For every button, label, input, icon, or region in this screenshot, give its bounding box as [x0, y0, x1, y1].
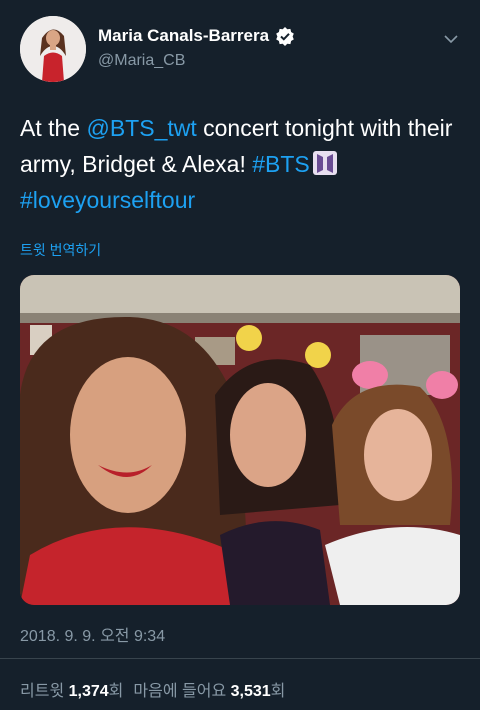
- retweets-count[interactable]: 1,374: [69, 683, 109, 700]
- hashtag-link[interactable]: #BTS: [252, 151, 310, 177]
- display-name[interactable]: Maria Canals-Barrera: [98, 26, 269, 46]
- chevron-down-icon[interactable]: [442, 30, 460, 48]
- retweets-unit: 회: [108, 683, 124, 700]
- tweet-text-part: At the: [20, 115, 87, 141]
- divider: [0, 658, 480, 659]
- tweet-header: Maria Canals-Barrera @Maria_CB: [20, 16, 460, 82]
- tweet-photo[interactable]: [20, 275, 460, 605]
- avatar[interactable]: [20, 16, 86, 82]
- verified-badge-icon: [275, 26, 295, 46]
- likes-unit: 회: [270, 683, 286, 700]
- translate-tweet-link[interactable]: 트윗 번역하기: [20, 240, 101, 260]
- tweet-text: At the @BTS_twt concert tonight with the…: [20, 110, 460, 218]
- bts-emoji-icon: [312, 150, 338, 176]
- handle[interactable]: @Maria_CB: [98, 52, 185, 70]
- timestamp[interactable]: 2018. 9. 9. 오전 9:34: [20, 622, 165, 646]
- tweet-stats: 리트윗 1,374회 마음에 들어요 3,531회: [20, 677, 285, 701]
- name-row: Maria Canals-Barrera: [98, 26, 295, 46]
- mention-link[interactable]: @BTS_twt: [86, 115, 196, 141]
- hashtag-link[interactable]: #loveyourselftour: [20, 187, 195, 213]
- likes-count[interactable]: 3,531: [231, 683, 271, 700]
- likes-label[interactable]: 마음에 들어요: [133, 683, 226, 700]
- retweets-label[interactable]: 리트윗: [20, 683, 64, 700]
